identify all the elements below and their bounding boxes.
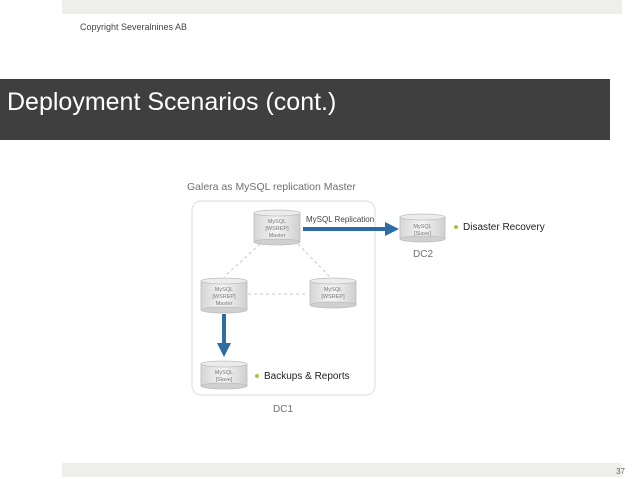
dc1-label: DC1	[273, 404, 293, 415]
node-label: [WSREP]	[321, 294, 345, 300]
node-label: MySQL	[413, 224, 431, 230]
node-label: [Slave]	[414, 231, 431, 237]
dc2-slave-node: MySQL [Slave]	[399, 213, 446, 243]
node-label: [WSREP]	[212, 294, 236, 300]
node-label: [Slave]	[216, 377, 233, 383]
bottom-bar	[62, 463, 622, 477]
page-number: 37	[616, 467, 625, 476]
node-label: MySQL	[268, 219, 286, 225]
bullet-icon	[255, 374, 259, 378]
replication-label: MySQL Replication	[306, 215, 374, 224]
node-label: Master	[269, 233, 286, 239]
bullet-icon	[454, 225, 458, 229]
dc2-label: DC2	[413, 249, 433, 260]
node-label: MySQL	[215, 370, 233, 376]
node-label: MySQL	[215, 287, 233, 293]
right-wsrep-node: MySQL [WSREP]	[309, 277, 357, 309]
bullet-disaster-recovery: Disaster Recovery	[463, 222, 545, 233]
node-label: Master	[216, 301, 233, 307]
node-label: MySQL	[324, 287, 342, 293]
left-master-node: MySQL [WSREP] Master	[200, 277, 248, 314]
top-master-node: MySQL [WSREP] Master	[253, 209, 301, 246]
node-label: [WSREP]	[265, 226, 289, 232]
deployment-diagram: Galera as MySQL replication Master MySQL…	[187, 181, 545, 415]
dc1-slave-node: MySQL [Slave]	[200, 360, 248, 390]
diagram-caption: Galera as MySQL replication Master	[187, 181, 356, 193]
bullet-backups-reports: Backups & Reports	[264, 371, 350, 382]
